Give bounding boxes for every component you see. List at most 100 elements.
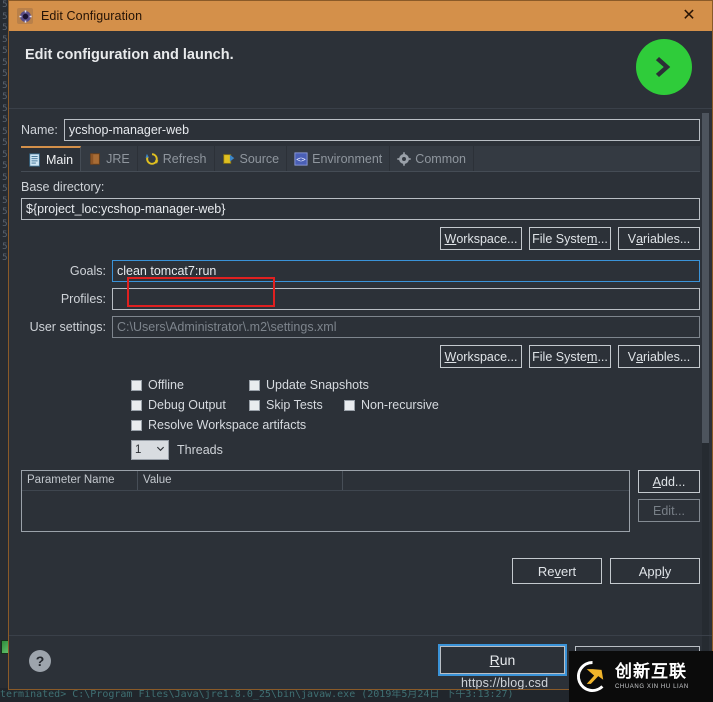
checkbox-label: Non-recursive xyxy=(361,398,439,412)
close-icon[interactable]: ✕ xyxy=(676,1,702,31)
dialog-scrollbar[interactable] xyxy=(702,113,709,653)
logo-chinese-name: 创新互联 xyxy=(615,661,687,682)
edit-parameter-label: Edit... xyxy=(653,503,685,518)
tab-strip: Main JRE Refresh Source <> Environment C… xyxy=(21,146,700,172)
checkbox-debug-output[interactable]: Debug Output xyxy=(131,398,249,412)
profiles-row: Profiles: xyxy=(21,288,700,310)
checkbox-label: Update Snapshots xyxy=(266,378,369,392)
checkbox-box-icon[interactable] xyxy=(249,399,260,411)
checkbox-box-icon[interactable] xyxy=(344,399,355,411)
base-directory-label: Base directory: xyxy=(21,180,105,194)
form-action-buttons: Re v ert App l y xyxy=(21,558,700,584)
goals-label: Goals: xyxy=(69,264,106,278)
threads-row: 1 Threads xyxy=(131,440,700,460)
tab-source[interactable]: Source xyxy=(215,146,288,171)
logo-pinyin-name: CHUANG XIN HU LIAN xyxy=(615,683,689,690)
goals-row: Goals: xyxy=(21,260,700,282)
checkbox-label: Offline xyxy=(148,378,184,392)
add-parameter-button[interactable]: Add... xyxy=(638,470,700,493)
parameter-table-section: Parameter Name Value Add... Edit... xyxy=(21,470,700,532)
file-system-button[interactable]: File Syste m... xyxy=(529,227,611,250)
logo-text-block: 创新互联 CHUANG XIN HU LIAN xyxy=(615,661,689,690)
tab-label: JRE xyxy=(106,151,130,166)
checkbox-label: Debug Output xyxy=(148,398,226,412)
column-header-blank[interactable] xyxy=(343,471,629,490)
tab-main[interactable]: Main xyxy=(21,146,82,171)
tab-label: Refresh xyxy=(162,151,207,166)
column-header-parameter-name[interactable]: Parameter Name xyxy=(22,471,138,490)
threads-value: 1 xyxy=(135,444,142,456)
revert-button[interactable]: Re v ert xyxy=(512,558,602,584)
tab-environment[interactable]: <> Environment xyxy=(287,146,391,171)
user-settings-row: User settings: xyxy=(21,316,700,338)
profiles-label: Profiles: xyxy=(60,292,106,306)
workspace-button[interactable]: Workspace... xyxy=(440,227,522,250)
tab-label: Main xyxy=(46,152,74,167)
dialog-body: Name: Main xyxy=(9,109,712,584)
tab-common[interactable]: Common xyxy=(390,146,475,171)
checkbox-skip-tests[interactable]: Skip Tests xyxy=(249,398,344,412)
profiles-input[interactable] xyxy=(112,288,700,310)
checkbox-box-icon[interactable] xyxy=(249,379,260,391)
name-input[interactable] xyxy=(63,119,700,141)
checkbox-row-1: Offline Update Snapshots xyxy=(131,378,700,392)
checkbox-non-recursive[interactable]: Non-recursive xyxy=(344,398,439,412)
help-question-icon[interactable]: ? xyxy=(29,650,51,672)
header-title: Edit configuration and launch. xyxy=(25,47,234,63)
screenshot-root: 55 55 56 56 56 56 56 56 56 56 56 57 57 5… xyxy=(0,0,713,702)
name-label: Name: xyxy=(21,123,58,137)
source-icon xyxy=(222,152,236,166)
base-directory-input[interactable] xyxy=(21,198,700,220)
tab-label: Source xyxy=(239,151,280,166)
svg-text:<>: <> xyxy=(296,155,306,164)
checkbox-label: Skip Tests xyxy=(266,398,323,412)
options-checkbox-grid: Offline Update Snapshots Debug Output Sk… xyxy=(131,378,700,432)
checkbox-row-2: Debug Output Skip Tests Non-recursive xyxy=(131,398,700,412)
user-settings-buttons: Workspace... File Syste m... Va riables... xyxy=(21,345,700,368)
checkbox-update-snapshots[interactable]: Update Snapshots xyxy=(249,378,369,392)
parameter-table-header: Parameter Name Value xyxy=(22,471,629,491)
edit-configuration-dialog: Edit Configuration ✕ Edit configuration … xyxy=(8,0,713,690)
goals-input[interactable] xyxy=(112,260,700,282)
checkbox-row-3: Resolve Workspace artifacts xyxy=(131,418,700,432)
checkbox-label: Resolve Workspace artifacts xyxy=(148,418,307,432)
column-header-value[interactable]: Value xyxy=(138,471,343,490)
checkbox-box-icon[interactable] xyxy=(131,379,142,391)
green-run-arrow-icon xyxy=(636,39,692,95)
circle-x-logo-icon xyxy=(576,660,609,693)
base-directory-buttons: Workspace... File Syste m... Va riables... xyxy=(21,227,700,250)
url-watermark: https://blog.csd xyxy=(461,676,549,690)
parameter-table[interactable]: Parameter Name Value xyxy=(21,470,630,532)
checkbox-box-icon[interactable] xyxy=(131,419,142,431)
name-row: Name: xyxy=(21,119,700,141)
dialog-titlebar: Edit Configuration ✕ xyxy=(9,1,712,31)
checkbox-box-icon[interactable] xyxy=(131,399,142,411)
user-settings-input[interactable] xyxy=(112,316,700,338)
variables-button-2[interactable]: Va riables... xyxy=(618,345,700,368)
environment-icon: <> xyxy=(294,151,308,166)
gear-icon xyxy=(17,8,33,24)
file-system-button-2[interactable]: File Syste m... xyxy=(529,345,611,368)
tab-refresh[interactable]: Refresh xyxy=(138,146,215,171)
checkbox-resolve-workspace-artifacts[interactable]: Resolve Workspace artifacts xyxy=(131,418,306,432)
threads-select[interactable]: 1 xyxy=(131,440,169,460)
site-logo-watermark: 创新互联 CHUANG XIN HU LIAN xyxy=(569,651,713,702)
user-settings-label: User settings: xyxy=(29,320,106,334)
dialog-header: Edit configuration and launch. xyxy=(9,31,712,109)
variables-button[interactable]: Va riables... xyxy=(618,227,700,250)
dialog-title: Edit Configuration xyxy=(41,9,143,23)
workspace-button-label-rest: orkspace... xyxy=(456,231,518,246)
tab-label: Common xyxy=(415,151,467,166)
checkbox-offline[interactable]: Offline xyxy=(131,378,249,392)
gear-icon xyxy=(397,151,412,166)
threads-label: Threads xyxy=(177,443,223,457)
refresh-icon xyxy=(145,152,159,166)
jre-book-icon xyxy=(88,152,102,166)
workspace-button-2[interactable]: Workspace... xyxy=(440,345,522,368)
chevron-down-icon[interactable] xyxy=(156,444,165,456)
tab-jre[interactable]: JRE xyxy=(81,146,138,171)
scrollbar-thumb[interactable] xyxy=(702,113,709,443)
apply-button[interactable]: App l y xyxy=(610,558,700,584)
run-button[interactable]: Run xyxy=(438,644,567,676)
parameter-table-buttons: Add... Edit... xyxy=(638,470,700,522)
